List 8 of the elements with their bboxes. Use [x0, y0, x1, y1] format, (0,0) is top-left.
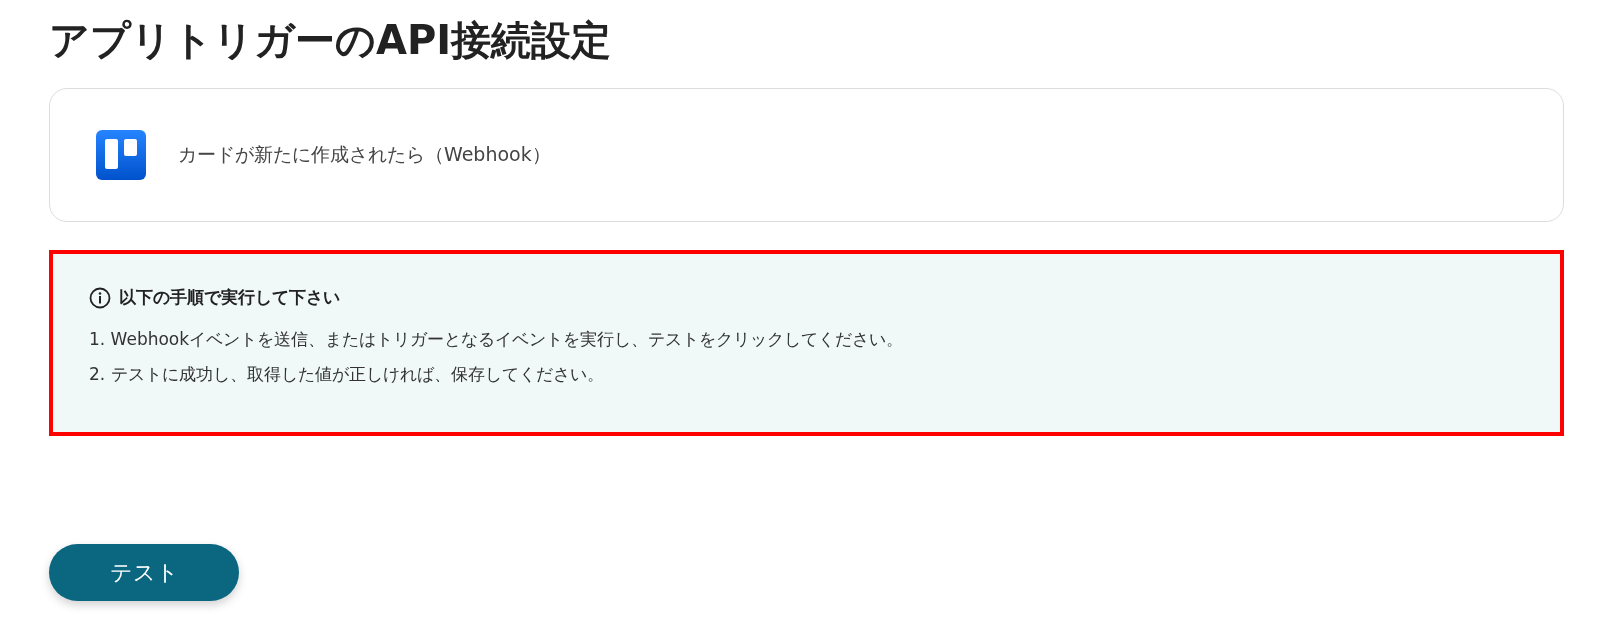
instructions-heading: 以下の手順で実行して下さい: [119, 286, 340, 309]
info-icon: [89, 286, 111, 309]
instruction-step: 1. Webhookイベントを送信、またはトリガーとなるイベントを実行し、テストをクリックしてください。: [89, 325, 1524, 354]
trigger-label: カードが新たに作成されたら（Webhook）: [178, 142, 551, 167]
test-button[interactable]: テスト: [49, 544, 239, 601]
page-title: アプリトリガーのAPI接続設定: [49, 16, 612, 65]
instruction-step: 2. テストに成功し、取得した値が正しければ、保存してください。: [89, 360, 1524, 389]
board-app-icon: [96, 130, 146, 180]
